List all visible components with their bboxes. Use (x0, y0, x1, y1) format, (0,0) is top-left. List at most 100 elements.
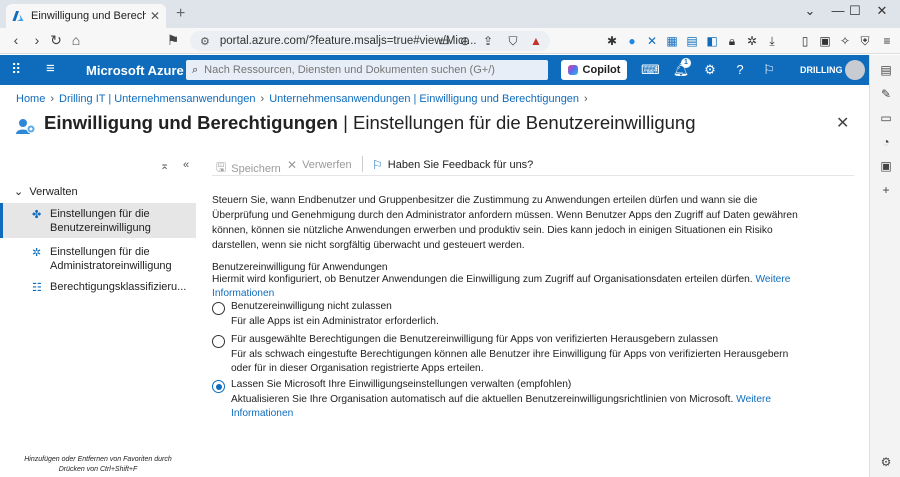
copilot-icon (567, 65, 578, 75)
radio-verified-publishers[interactable] (212, 335, 225, 348)
sidebar-item-label: Einstellungen für die Benutzereinwilligu… (50, 208, 151, 234)
feedback-label: Haben Sie Feedback für uns? (387, 159, 534, 171)
share-icon[interactable]: ⇪ (480, 33, 496, 49)
settings-gear-icon[interactable]: ⚙ (701, 62, 719, 78)
breadcrumb-home[interactable]: Home (16, 93, 45, 105)
forward-icon[interactable]: › (27, 32, 47, 48)
extension-x-icon[interactable]: ✕ (644, 33, 660, 49)
brave-shield-icon[interactable]: ⛉ (505, 33, 521, 49)
discard-button[interactable]: ✕ Verwerfen (287, 158, 352, 172)
sidebar-item-label: Einstellungen für die Administratoreinwi… (50, 246, 172, 272)
new-tab-button[interactable]: + (176, 5, 185, 23)
azure-logo-icon (12, 11, 24, 21)
breadcrumb-enterprise-apps[interactable]: Drilling IT | Unternehmensanwendungen (59, 93, 256, 105)
feedback-button[interactable]: ⚐ Haben Sie Feedback für uns? (372, 158, 533, 172)
reload-icon[interactable]: ↻ (46, 32, 66, 49)
vpn-shield-icon[interactable]: ⛨ (857, 33, 873, 49)
search-icon: ⌕ (192, 63, 199, 76)
section-description: Hiermit wird konfiguriert, ob Benutzer A… (212, 273, 812, 301)
window-list-icon[interactable]: ⌄ (795, 3, 825, 19)
history-icon[interactable]: ◔ (878, 135, 894, 149)
reading-list-icon[interactable]: ▤ (878, 63, 894, 77)
gear-icon: ✲ (32, 247, 42, 259)
save-label: Speichern (231, 162, 281, 175)
extension-download-icon[interactable]: ⤓ (764, 33, 780, 49)
hierarchy-icon: ☷ (32, 282, 42, 294)
copilot-button[interactable]: Copilot (561, 60, 627, 80)
page-title: Einwilligung und Berechtigungen | Einste… (44, 112, 696, 134)
sidebar-item-permission-classification[interactable]: ☷ Berechtigungsklassifizieru... (0, 280, 196, 296)
home-icon[interactable]: ⌂ (66, 32, 86, 48)
collapse-menu-icon[interactable]: « (183, 159, 189, 171)
extension-lock-icon[interactable]: 🔒︎ (724, 33, 740, 49)
avatar[interactable] (845, 60, 865, 80)
url-bar[interactable]: ⚙ portal.azure.com/?feature.msaljs=true#… (190, 31, 550, 51)
more-options-icon[interactable]: ··· (670, 114, 684, 130)
option-microsoft-managed[interactable]: Lassen Sie Microsoft Ihre Einwilligungse… (212, 379, 832, 419)
favorites-hint: Hinzufügen oder Entfernen von Favoriten … (24, 456, 172, 473)
intro-text: Steuern Sie, wann Endbenutzer und Gruppe… (212, 195, 798, 251)
option-verified-publishers[interactable]: Für ausgewählte Berechtigungen die Benut… (212, 334, 832, 378)
sidebar-item-user-consent[interactable]: ✤ Einstellungen für die Benutzereinwilli… (0, 203, 196, 238)
bookmark-icon[interactable]: ⚑ (163, 32, 183, 49)
extension-grid-icon[interactable]: ▦ (664, 33, 680, 49)
tab-title: Einwilligung und Berechtigungen (31, 10, 146, 22)
page-title-sub: | Einstellungen für die Benutzereinwilli… (337, 112, 696, 133)
wallet-panel-icon[interactable]: ▭ (878, 111, 894, 125)
cloud-shell-icon[interactable]: ⌨ (641, 62, 660, 78)
option-description: Aktualisieren Sie Ihre Organisation auto… (231, 393, 811, 421)
extension-puzzle-icon[interactable]: ✱ (604, 33, 620, 49)
browser-tab[interactable]: Einwilligung und Berechtigungen ✕ (6, 4, 166, 28)
sidebar-toggle-icon[interactable]: ▯ (797, 33, 813, 49)
extension-translate-icon[interactable]: ◧ (704, 33, 720, 49)
sidebar-item-label: Berechtigungsklassifizieru... (50, 281, 187, 293)
close-blade-icon[interactable]: ✕ (836, 113, 849, 133)
site-info-icon[interactable]: ⚙ (200, 35, 210, 48)
breadcrumb-consent[interactable]: Unternehmensanwendungen | Einwilligung u… (269, 93, 579, 105)
menu-icon[interactable]: ≡ (879, 33, 895, 49)
nav-group-label: Verwalten (29, 186, 78, 198)
zoom-icon[interactable]: ⊕ (457, 33, 473, 49)
chevron-right-icon: › (260, 93, 265, 105)
extension-gear-icon[interactable]: ✲ (744, 33, 760, 49)
option-description-text: Aktualisieren Sie Ihre Organisation auto… (231, 394, 734, 405)
chevron-right-icon: › (584, 93, 588, 105)
user-gear-icon: ✤ (32, 209, 42, 221)
leo-ai-icon[interactable]: ✧ (837, 33, 853, 49)
radio-microsoft-managed[interactable] (212, 380, 225, 393)
wallet-icon[interactable]: ▣ (817, 33, 833, 49)
cast-icon[interactable]: ▭ (436, 33, 452, 49)
rewards-icon[interactable]: ▲ (528, 33, 544, 49)
pin-icon[interactable]: ⌅ (160, 159, 169, 172)
consent-gear-icon (16, 119, 36, 134)
extension-s-icon[interactable]: ● (624, 33, 640, 49)
radio-no-consent[interactable] (212, 302, 225, 315)
search-input[interactable] (204, 64, 535, 76)
feedback-icon[interactable]: ⚐ (760, 62, 778, 78)
extension-calendar-icon[interactable]: ▤ (684, 33, 700, 49)
back-icon[interactable]: ‹ (6, 32, 26, 48)
address-toolbar: ‹ › ↻ ⌂ ⚑ ⚙ portal.azure.com/?feature.ms… (0, 28, 900, 54)
sidebar-item-admin-consent[interactable]: ✲ Einstellungen für die Administratorein… (0, 245, 196, 275)
close-tab-icon[interactable]: ✕ (150, 9, 160, 23)
discard-icon: ✕ (287, 158, 298, 172)
add-panel-icon[interactable]: + (878, 183, 894, 197)
azure-brand[interactable]: Microsoft Azure (86, 63, 184, 78)
saved-icon[interactable]: ▣ (878, 159, 894, 173)
global-search[interactable]: ⌕ (186, 60, 548, 80)
feedback-person-icon: ⚐ (372, 158, 383, 172)
chevron-right-icon: › (50, 93, 55, 105)
close-window-icon[interactable]: ✕ (867, 3, 897, 19)
app-launcher-icon[interactable]: ⠿ (11, 61, 21, 78)
maximize-icon[interactable]: ☐ (840, 3, 870, 19)
nav-group-manage[interactable]: ⌄ Verwalten (14, 185, 78, 198)
panel-settings-icon[interactable]: ⚙ (878, 455, 894, 469)
option-description: Für alle Apps ist ein Administrator erfo… (231, 316, 439, 327)
help-icon[interactable]: ? (731, 62, 749, 77)
bookmarks-icon[interactable]: ✎ (878, 87, 894, 101)
command-bar: 🖫︎ Speichern ✕ Verwerfen ⚐ Haben Sie Feedba… (212, 154, 854, 176)
portal-menu-icon[interactable]: ≡ (46, 60, 55, 77)
save-button[interactable]: 🖫︎ Speichern (216, 158, 281, 179)
option-no-consent[interactable]: Benutzereinwilligung nicht zulassen Für … (212, 301, 832, 331)
option-label: Lassen Sie Microsoft Ihre Einwilligungse… (231, 379, 572, 390)
